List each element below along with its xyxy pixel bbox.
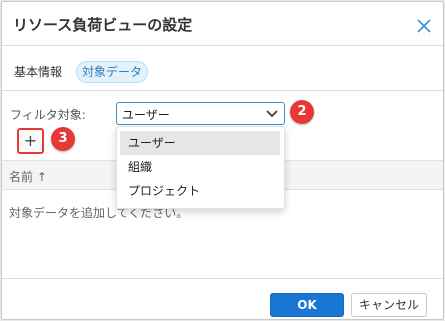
dropdown-option-organization[interactable]: 組織 (120, 155, 280, 179)
filter-label: フィルタ対象: (10, 108, 86, 122)
column-header-name[interactable]: 名前 ↑ (9, 168, 47, 185)
chevron-down-icon (266, 110, 278, 118)
filter-target-select[interactable]: ユーザー (116, 102, 285, 125)
close-icon[interactable] (416, 18, 432, 34)
tabs-divider (2, 90, 443, 91)
ok-button[interactable]: OK (270, 293, 344, 317)
step-badge-3: 3 (51, 127, 75, 151)
filter-selected-value: ユーザー (122, 108, 170, 122)
add-target-button[interactable]: + (17, 128, 44, 154)
resource-load-settings-dialog: リソース負荷ビューの設定 基本情報 対象データ フィルタ対象: ユーザー 2 +… (1, 1, 444, 320)
dropdown-option-project[interactable]: プロジェクト (120, 179, 280, 203)
tab-target-data[interactable]: 対象データ (76, 61, 149, 83)
filter-dropdown-menu: ユーザー 組織 プロジェクト (116, 126, 285, 209)
footer-divider (2, 278, 443, 279)
dropdown-option-user[interactable]: ユーザー (120, 131, 280, 155)
step-badge-2: 2 (290, 100, 314, 124)
dialog-title: リソース負荷ビューの設定 (13, 16, 193, 34)
tab-basic-info[interactable]: 基本情報 (8, 61, 68, 83)
cancel-button[interactable]: キャンセル (351, 293, 427, 317)
header-divider (2, 45, 443, 46)
